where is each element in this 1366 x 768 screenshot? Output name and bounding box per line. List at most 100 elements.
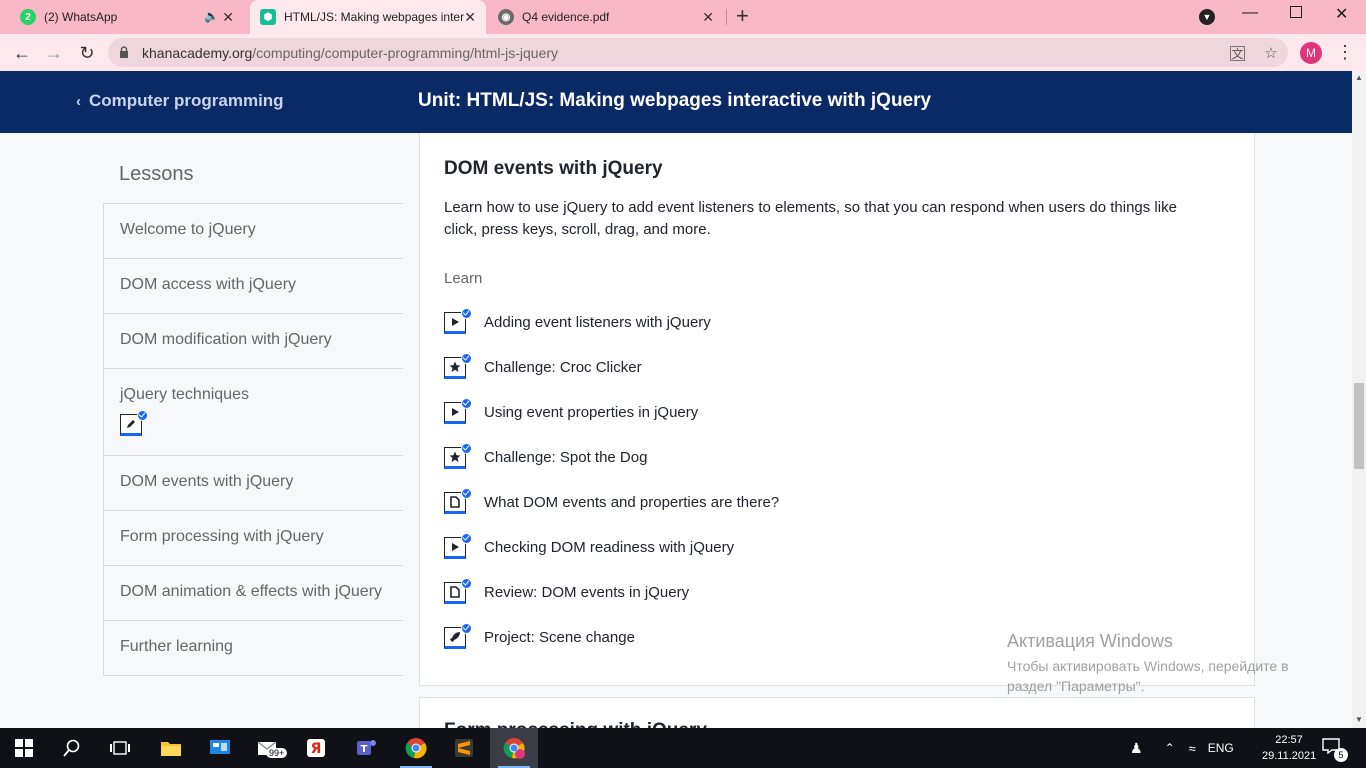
page-content: ‹ Computer programming Unit: HTML/JS: Ma… bbox=[0, 71, 1366, 728]
lesson-item[interactable]: Challenge: Spot the Dog bbox=[444, 443, 647, 471]
unit-header: ‹ Computer programming Unit: HTML/JS: Ma… bbox=[0, 71, 1352, 133]
completed-check-icon bbox=[461, 578, 472, 589]
chrome-profile-icon[interactable] bbox=[490, 728, 538, 768]
new-tab-button[interactable]: + bbox=[736, 5, 749, 27]
lesson-item[interactable]: Review: DOM events in jQuery bbox=[444, 578, 689, 606]
sidebar-item-dom-modification[interactable]: DOM modification with jQuery bbox=[104, 313, 403, 368]
watermark-title: Активация Windows bbox=[1007, 631, 1173, 651]
sidebar-item-label: Form processing with jQuery bbox=[120, 528, 324, 545]
sidebar-item-dom-access[interactable]: DOM access with jQuery bbox=[104, 258, 403, 313]
completed-check-icon bbox=[461, 533, 472, 544]
yandex-browser-icon[interactable]: Я bbox=[292, 728, 340, 768]
back-button[interactable]: ← bbox=[10, 41, 34, 65]
tab-pdf[interactable]: ◉ Q4 evidence.pdf ✕ bbox=[488, 0, 724, 34]
lesson-item-label: Project: Scene change bbox=[484, 628, 635, 646]
sidebar-item-label: DOM animation & effects with jQuery bbox=[120, 583, 383, 600]
tab-search-icon[interactable]: ▼ bbox=[1199, 9, 1215, 25]
lesson-item[interactable]: What DOM events and properties are there… bbox=[444, 488, 779, 516]
reload-button[interactable]: ↻ bbox=[75, 41, 99, 65]
rocket-icon bbox=[444, 623, 472, 649]
lesson-item[interactable]: Challenge: Croc Clicker bbox=[444, 353, 642, 381]
lesson-item-label: Adding event listeners with jQuery bbox=[484, 313, 711, 331]
video-icon bbox=[444, 398, 472, 424]
tab-title: (2) WhatsApp bbox=[44, 10, 118, 24]
windows-activation-watermark: Активация Windows Чтобы активировать Win… bbox=[1007, 631, 1327, 696]
chrome-icon[interactable] bbox=[392, 728, 440, 768]
sidebar-item-jquery-techniques[interactable]: jQuery techniques bbox=[104, 368, 403, 455]
translate-icon[interactable]: 文 bbox=[1230, 46, 1245, 61]
sidebar-item-dom-events[interactable]: DOM events with jQuery bbox=[104, 455, 403, 510]
lesson-item-label: Challenge: Spot the Dog bbox=[484, 448, 648, 466]
bookmark-star-icon[interactable]: ☆ bbox=[1262, 44, 1280, 62]
wifi-icon[interactable]: ≈ bbox=[1189, 741, 1196, 756]
scroll-down-arrow-icon[interactable]: ▼ bbox=[1355, 715, 1363, 724]
sidebar-item-welcome[interactable]: Welcome to jQuery bbox=[104, 203, 403, 258]
lesson-item[interactable]: Project: Scene change bbox=[444, 623, 635, 651]
address-bar[interactable]: khanacademy.org/computing/computer-progr… bbox=[108, 38, 1288, 67]
sidebar-item-dom-animation[interactable]: DOM animation & effects with jQuery bbox=[104, 565, 403, 620]
task-view-icon[interactable] bbox=[96, 728, 144, 768]
completed-check-icon bbox=[461, 443, 472, 454]
browser-menu-icon[interactable]: ⋮ bbox=[1336, 42, 1354, 62]
file-explorer-icon[interactable] bbox=[147, 728, 195, 768]
forward-button[interactable]: → bbox=[42, 41, 66, 65]
windows-start-icon[interactable] bbox=[0, 728, 48, 768]
chevron-up-icon[interactable]: ⌃ bbox=[1165, 741, 1175, 755]
control-panel-icon[interactable] bbox=[196, 728, 244, 768]
back-to-course-link[interactable]: ‹ Computer programming bbox=[76, 91, 284, 111]
section-label: Learn bbox=[444, 270, 483, 287]
close-tab-icon[interactable]: ✕ bbox=[702, 9, 714, 25]
browser-toolbar: ← → ↻ khanacademy.org/computing/computer… bbox=[0, 34, 1366, 71]
scroll-up-arrow-icon[interactable]: ▲ bbox=[1355, 73, 1363, 82]
sidebar-item-label: DOM events with jQuery bbox=[120, 473, 294, 490]
completed-check-icon bbox=[461, 353, 472, 364]
search-icon[interactable] bbox=[48, 728, 96, 768]
speaker-muted-icon[interactable]: 🔈 bbox=[204, 9, 219, 23]
lesson-item-label: What DOM events and properties are there… bbox=[484, 493, 780, 511]
svg-text:T: T bbox=[361, 744, 368, 755]
sidebar-item-label: jQuery techniques bbox=[120, 386, 249, 403]
notification-center-icon[interactable]: 5 bbox=[1322, 738, 1348, 762]
next-lesson-card: Form processing with jQuery bbox=[419, 697, 1255, 728]
completed-check-icon bbox=[461, 308, 472, 319]
lesson-item[interactable]: Checking DOM readiness with jQuery bbox=[444, 533, 734, 561]
sidebar-item-further-learning[interactable]: Further learning bbox=[104, 620, 403, 675]
tab-khan-academy[interactable]: ⬢ HTML/JS: Making webpages inter ✕ bbox=[250, 0, 486, 34]
clock[interactable]: 22:57 29.11.2021 bbox=[1262, 732, 1316, 764]
lesson-item[interactable]: Using event properties in jQuery bbox=[444, 398, 698, 426]
completed-check-icon bbox=[461, 398, 472, 409]
teams-icon[interactable]: T bbox=[342, 728, 390, 768]
close-window-button[interactable]: ✕ bbox=[1335, 4, 1348, 24]
page-scrollbar[interactable]: ▲ ▼ bbox=[1352, 71, 1366, 728]
maximize-window-button[interactable] bbox=[1290, 6, 1302, 18]
minimize-window-button[interactable]: — bbox=[1242, 4, 1258, 22]
sidebar-item-label: Further learning bbox=[120, 638, 233, 655]
language-indicator[interactable]: ENG bbox=[1208, 741, 1234, 755]
tab-whatsapp[interactable]: 2 (2) WhatsApp 🔈 ✕ bbox=[12, 0, 248, 34]
lessons-list: Welcome to jQuery DOM access with jQuery… bbox=[103, 203, 403, 676]
mail-icon[interactable]: 99+ bbox=[244, 728, 292, 768]
chevron-left-icon: ‹ bbox=[76, 92, 81, 110]
scrollbar-thumb[interactable] bbox=[1354, 383, 1364, 469]
profile-avatar[interactable]: M bbox=[1300, 42, 1322, 64]
lesson-card: DOM events with jQuery Learn how to use … bbox=[419, 133, 1255, 686]
tab-separator bbox=[726, 9, 727, 25]
unit-title: Unit: HTML/JS: Making webpages interacti… bbox=[418, 90, 932, 111]
next-lesson-title[interactable]: Form processing with jQuery bbox=[444, 720, 707, 728]
close-tab-icon[interactable]: ✕ bbox=[464, 9, 476, 25]
lesson-item-label: Review: DOM events in jQuery bbox=[484, 583, 690, 601]
clock-time: 22:57 bbox=[1275, 734, 1303, 746]
url-host: khanacademy.org bbox=[142, 45, 253, 61]
sublime-text-icon[interactable] bbox=[440, 728, 488, 768]
whatsapp-icon: 2 bbox=[20, 9, 36, 25]
people-icon[interactable]: ♟ bbox=[1130, 740, 1143, 757]
lessons-sidebar: Lessons Welcome to jQuery DOM access wit… bbox=[103, 133, 403, 676]
sidebar-item-form-processing[interactable]: Form processing with jQuery bbox=[104, 510, 403, 565]
close-tab-icon[interactable]: ✕ bbox=[222, 9, 234, 25]
tab-title: HTML/JS: Making webpages inter bbox=[284, 10, 464, 24]
notification-count: 5 bbox=[1334, 748, 1348, 762]
lesson-title[interactable]: DOM events with jQuery bbox=[444, 158, 663, 180]
svg-text:Я: Я bbox=[311, 741, 322, 757]
lesson-item[interactable]: Adding event listeners with jQuery bbox=[444, 308, 711, 336]
lesson-item-label: Checking DOM readiness with jQuery bbox=[484, 538, 735, 556]
